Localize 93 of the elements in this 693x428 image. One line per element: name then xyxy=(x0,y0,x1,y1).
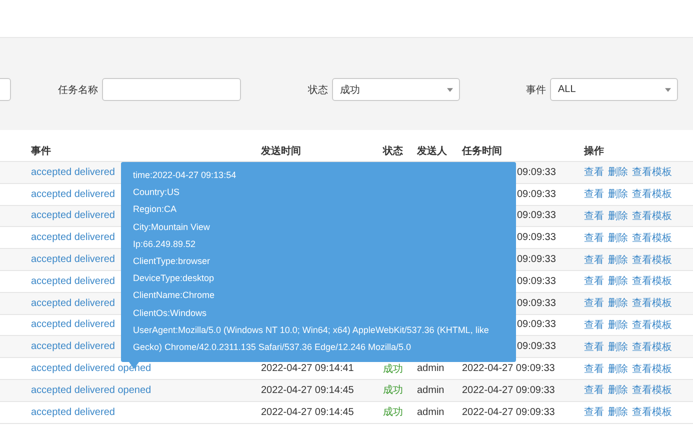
column-header: 发送人 xyxy=(417,144,448,158)
action-link[interactable]: 查看模板 xyxy=(632,252,672,267)
action-link[interactable]: 删除 xyxy=(608,405,628,420)
action-link[interactable]: 删除 xyxy=(608,383,628,398)
event-link[interactable]: accepted delivered xyxy=(31,276,115,287)
action-link[interactable]: 查看模板 xyxy=(632,340,672,354)
filter-label: 状态 xyxy=(308,84,328,96)
action-link[interactable]: 删除 xyxy=(608,187,628,202)
action-link[interactable]: 删除 xyxy=(608,230,628,245)
event-link[interactable]: accepted delivered xyxy=(31,188,115,200)
tooltip-text: City:Mountain View xyxy=(133,220,211,234)
action-link[interactable]: 查看 xyxy=(584,340,604,354)
event-link[interactable]: accepted delivered opened xyxy=(31,363,152,374)
action-link[interactable]: 查看模板 xyxy=(632,187,672,202)
caret-icon xyxy=(447,88,453,92)
event-link[interactable]: accepted delivered xyxy=(31,319,115,330)
action-link[interactable]: 查看 xyxy=(584,362,604,376)
action-link[interactable]: 查看 xyxy=(584,405,604,420)
action-link[interactable]: 删除 xyxy=(608,208,628,223)
action-link[interactable]: 查看 xyxy=(584,165,604,180)
table-cell: admin xyxy=(417,384,444,396)
table-cell: 2022-04-27 09:14:45 xyxy=(261,384,354,396)
action-link[interactable]: 查看模板 xyxy=(632,362,672,376)
tooltip-text: Region:CA xyxy=(133,203,178,216)
action-link[interactable]: 查看 xyxy=(584,296,604,310)
tooltip-text: UserAgent:Mozilla/5.0 (Windows NT 10.0; Win64; x64) AppleWebKit/537.36 (KHTML, like Gecko) Chrome/42.0.2311.135 Safari/537.36 Edge/12.246 Mozilla/5.0 xyxy=(133,324,490,354)
action-link[interactable]: 查看 xyxy=(584,252,604,267)
event-link[interactable]: accepted delivered xyxy=(31,210,115,222)
action-link[interactable]: 查看 xyxy=(584,318,604,332)
table-cell: admin xyxy=(417,406,444,418)
column-header: 任务时间 xyxy=(462,144,503,158)
tooltip-text: DeviceType:desktop xyxy=(133,272,216,286)
action-link[interactable]: 查看 xyxy=(584,383,604,398)
table-cell: 09:09:33 xyxy=(517,341,556,352)
caret-icon xyxy=(665,88,671,92)
column-header: 操作 xyxy=(584,144,605,158)
action-link[interactable]: 查看模板 xyxy=(632,405,672,420)
action-link[interactable]: 查看模板 xyxy=(632,296,672,310)
action-link[interactable]: 查看模板 xyxy=(632,230,672,245)
filter-label: 事件 xyxy=(526,84,546,96)
action-link[interactable]: 查看模板 xyxy=(632,208,672,223)
action-link[interactable]: 删除 xyxy=(608,296,628,310)
action-link[interactable]: 删除 xyxy=(608,340,628,354)
event-link[interactable]: accepted delivered opened xyxy=(31,384,152,396)
action-link[interactable]: 查看模板 xyxy=(632,383,672,398)
table-cell: 2022-04-27 09:09:33 xyxy=(462,384,555,396)
action-link[interactable]: 查看模板 xyxy=(632,318,672,332)
action-link[interactable]: 查看 xyxy=(584,274,604,288)
action-link[interactable]: 删除 xyxy=(608,362,628,376)
column-header: 发送时间 xyxy=(261,144,302,158)
input-field[interactable] xyxy=(102,78,241,101)
event-link[interactable]: accepted delivered xyxy=(31,254,115,266)
table-cell: 09:09:33 xyxy=(517,188,556,200)
action-link[interactable]: 查看 xyxy=(584,230,604,245)
table-cell: 2022-04-27 09:14:41 xyxy=(261,363,354,374)
event-link[interactable]: accepted delivered xyxy=(31,341,115,352)
action-link[interactable]: 删除 xyxy=(608,165,628,180)
action-link[interactable]: 删除 xyxy=(608,252,628,267)
table-cell: 2022-04-27 09:09:33 xyxy=(462,363,555,374)
tooltip-text: Ip:66.249.89.52 xyxy=(133,238,197,251)
action-link[interactable]: 查看模板 xyxy=(632,274,672,288)
tooltip-text: ClientType:browser xyxy=(133,255,212,268)
dropdown[interactable]: ALL xyxy=(550,78,678,101)
table-cell: 09:09:33 xyxy=(517,276,556,287)
table-cell: 2022-04-27 09:09:33 xyxy=(462,406,555,418)
tooltip-text: ClientOs:Windows xyxy=(133,306,208,320)
status-text: 成功 xyxy=(383,364,403,375)
dropdown[interactable]: 成功 xyxy=(332,78,460,101)
tooltip-text: ClientName:Chrome xyxy=(133,289,216,302)
tooltip-text: Country:US xyxy=(133,186,181,200)
column-header: 状态 xyxy=(383,144,404,158)
filter-label: 任务名称 xyxy=(58,84,98,96)
status-text: 成功 xyxy=(383,385,403,396)
status-text: 成功 xyxy=(383,407,403,418)
table-cell: 09:09:33 xyxy=(517,298,556,309)
event-link[interactable]: accepted delivered xyxy=(31,406,115,418)
action-link[interactable]: 查看 xyxy=(584,187,604,202)
table-cell: 09:09:33 xyxy=(517,210,556,222)
column-header: 事件 xyxy=(31,144,52,158)
table-cell: 09:09:33 xyxy=(517,254,556,266)
event-link[interactable]: accepted delivered xyxy=(31,298,115,309)
event-link[interactable]: accepted delivered xyxy=(31,166,115,178)
event-link[interactable]: accepted delivered xyxy=(31,232,115,244)
action-link[interactable]: 删除 xyxy=(608,274,628,288)
table-cell: 09:09:33 xyxy=(517,232,556,244)
action-link[interactable]: 删除 xyxy=(608,318,628,332)
table-cell: 09:09:33 xyxy=(517,166,556,178)
table-cell: 2022-04-27 09:14:45 xyxy=(261,406,354,418)
table-cell: 09:09:33 xyxy=(517,319,556,330)
action-link[interactable]: 查看 xyxy=(584,208,604,223)
action-link[interactable]: 查看模板 xyxy=(632,165,672,180)
tooltip-text: time:2022-04-27 09:13:54 xyxy=(133,169,238,182)
table-cell: admin xyxy=(417,363,444,374)
